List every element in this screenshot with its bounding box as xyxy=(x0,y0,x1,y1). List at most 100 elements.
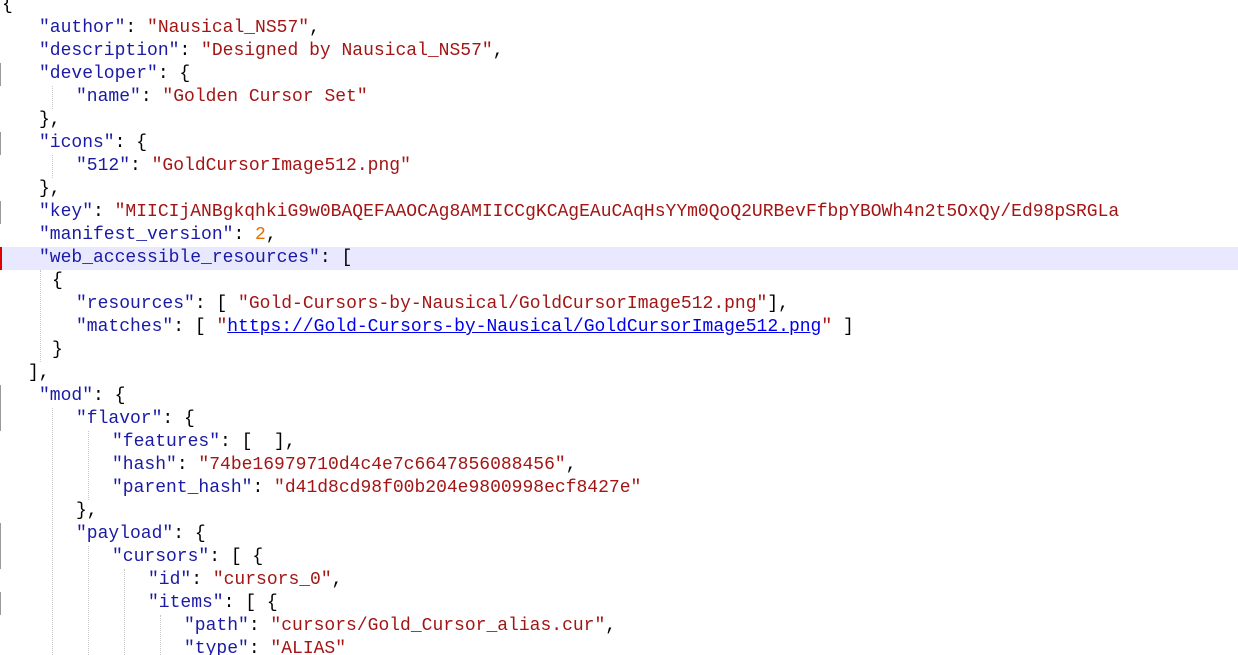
code-line[interactable]: "items": [ { xyxy=(0,592,1238,615)
code-line[interactable]: "path": "cursors/Gold_Cursor_alias.cur", xyxy=(0,615,1238,638)
code-line[interactable]: }, xyxy=(0,178,1238,201)
json-string: "Designed by Nausical_NS57" xyxy=(201,41,493,61)
json-punctuation: }, xyxy=(39,179,61,199)
line-content: "matches": [ "https://Gold-Cursors-by-Na… xyxy=(76,316,854,339)
code-line[interactable]: "512": "GoldCursorImage512.png" xyxy=(0,155,1238,178)
json-string: "Gold-Cursors-by-Nausical/GoldCursorImag… xyxy=(238,294,768,314)
code-line[interactable]: }, xyxy=(0,500,1238,523)
json-punctuation: : xyxy=(140,87,163,107)
url-link[interactable]: https://Gold-Cursors-by-Nausical/GoldCur… xyxy=(227,317,821,337)
code-editor[interactable]: { "author": "Nausical_NS57", "description"… xyxy=(0,0,1238,655)
code-line[interactable]: "matches": [ "https://Gold-Cursors-by-Na… xyxy=(0,316,1238,339)
json-punctuation: }, xyxy=(39,110,61,130)
line-content: "description": "Designed by Nausical_NS5… xyxy=(39,40,504,63)
line-content: "mod": { xyxy=(39,385,125,408)
json-punctuation: : xyxy=(176,455,199,475)
json-punctuation: : xyxy=(233,225,256,245)
json-punctuation: : { xyxy=(93,386,126,406)
current-line[interactable]: "web_accessible_resources": [ xyxy=(0,247,1238,270)
json-key: "key" xyxy=(39,202,94,222)
json-string: "cursors/Gold_Cursor_alias.cur" xyxy=(270,616,606,636)
line-content: "manifest_version": 2, xyxy=(39,224,277,247)
json-punctuation: : [ ], xyxy=(220,432,296,452)
json-string: "Nausical_NS57" xyxy=(147,18,310,38)
json-punctuation: , xyxy=(331,570,343,590)
line-content: "key": "MIICIjANBgkqhkiG9w0BAQEFAAOCAg8A… xyxy=(39,201,1119,224)
json-punctuation: : xyxy=(179,41,202,61)
fold-marker[interactable] xyxy=(0,247,2,270)
fold-marker[interactable] xyxy=(0,546,1,569)
fold-marker[interactable] xyxy=(0,523,1,546)
line-content: "icons": { xyxy=(39,132,147,155)
json-punctuation: ], xyxy=(28,363,50,383)
code-line[interactable]: } xyxy=(0,339,1238,362)
line-content: "payload": { xyxy=(76,523,206,546)
json-key: "name" xyxy=(76,87,141,107)
json-punctuation: : xyxy=(130,156,152,176)
line-content: "parent_hash": "d41d8cd98f00b204e9800998… xyxy=(112,477,641,500)
json-string: "cursors_0" xyxy=(212,570,332,590)
line-content: "512": "GoldCursorImage512.png" xyxy=(76,155,411,178)
json-punctuation: : [ xyxy=(173,317,217,337)
json-punctuation: : xyxy=(125,18,148,38)
json-string: "ALIAS" xyxy=(270,639,347,655)
code-line[interactable]: { xyxy=(0,270,1238,293)
line-content: "hash": "74be16979710d4c4e7c664785608845… xyxy=(112,454,577,477)
json-key: "flavor" xyxy=(76,409,163,429)
json-key: "id" xyxy=(148,570,192,590)
code-line[interactable]: "mod": { xyxy=(0,385,1238,408)
fold-marker[interactable] xyxy=(0,592,1,615)
code-line[interactable]: "description": "Designed by Nausical_NS5… xyxy=(0,40,1238,63)
json-key: "developer" xyxy=(39,64,158,84)
json-punctuation: , xyxy=(605,616,617,636)
code-line[interactable]: "developer": { xyxy=(0,63,1238,86)
json-key: "mod" xyxy=(39,386,94,406)
code-line[interactable]: "resources": [ "Gold-Cursors-by-Nausical… xyxy=(0,293,1238,316)
json-string: " xyxy=(216,317,228,337)
json-punctuation: , xyxy=(309,18,320,38)
line-content: "type": "ALIAS" xyxy=(184,638,346,655)
code-line[interactable]: "flavor": { xyxy=(0,408,1238,431)
code-line[interactable]: "author": "Nausical_NS57", xyxy=(0,17,1238,40)
line-content: "author": "Nausical_NS57", xyxy=(39,17,320,40)
code-line[interactable]: "parent_hash": "d41d8cd98f00b204e9800998… xyxy=(0,477,1238,500)
code-line[interactable]: }, xyxy=(0,109,1238,132)
line-content: "name": "Golden Cursor Set" xyxy=(76,86,368,109)
json-punctuation: : xyxy=(191,570,213,590)
fold-marker[interactable] xyxy=(0,132,1,155)
fold-marker[interactable] xyxy=(0,385,1,408)
code-line[interactable]: "hash": "74be16979710d4c4e7c664785608845… xyxy=(0,454,1238,477)
line-content: "items": [ { xyxy=(148,592,278,615)
fold-marker[interactable] xyxy=(0,201,1,224)
code-line[interactable]: "id": "cursors_0", xyxy=(0,569,1238,592)
code-line[interactable]: "icons": { xyxy=(0,132,1238,155)
json-key: "cursors" xyxy=(112,547,210,567)
json-punctuation: : { xyxy=(157,64,191,84)
line-content: }, xyxy=(39,109,61,132)
code-line[interactable]: "payload": { xyxy=(0,523,1238,546)
line-content: "web_accessible_resources": [ xyxy=(39,247,352,270)
code-line[interactable]: "key": "MIICIjANBgkqhkiG9w0BAQEFAAOCAg8A… xyxy=(0,201,1238,224)
code-line[interactable]: { xyxy=(0,0,1238,17)
line-content: "flavor": { xyxy=(76,408,195,431)
json-string: "GoldCursorImage512.png" xyxy=(151,156,411,176)
json-punctuation: : { xyxy=(114,133,148,153)
code-line[interactable]: "name": "Golden Cursor Set" xyxy=(0,86,1238,109)
json-punctuation: : xyxy=(248,639,271,655)
code-line[interactable]: "features": [ ], xyxy=(0,431,1238,454)
code-line[interactable]: "type": "ALIAS" xyxy=(0,638,1238,655)
json-punctuation: , xyxy=(565,455,577,475)
code-line[interactable]: "manifest_version": 2, xyxy=(0,224,1238,247)
line-content: "id": "cursors_0", xyxy=(148,569,342,592)
json-key: "payload" xyxy=(76,524,174,544)
json-string: "d41d8cd98f00b204e9800998ecf8427e" xyxy=(274,478,642,498)
code-line[interactable]: ], xyxy=(0,362,1238,385)
line-content: { xyxy=(2,0,13,17)
json-punctuation: { xyxy=(2,0,13,15)
line-content: }, xyxy=(39,178,61,201)
fold-marker[interactable] xyxy=(0,408,1,431)
code-line[interactable]: "cursors": [ { xyxy=(0,546,1238,569)
json-key: "512" xyxy=(76,156,131,176)
fold-marker[interactable] xyxy=(0,63,1,86)
json-punctuation: : xyxy=(93,202,115,222)
